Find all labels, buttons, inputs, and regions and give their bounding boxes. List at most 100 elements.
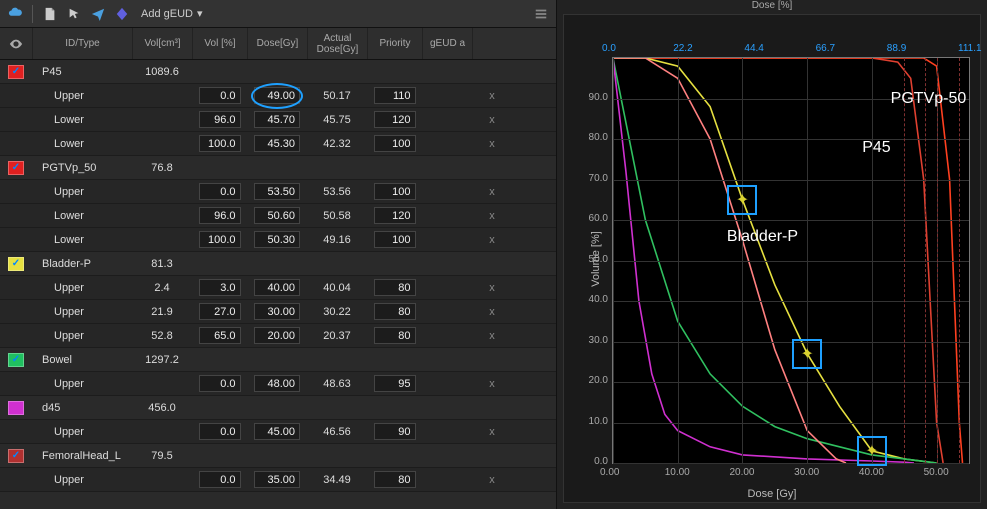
vol-pct-input[interactable] [199, 375, 241, 392]
priority-input[interactable] [374, 471, 416, 488]
vol-pct-input[interactable] [199, 183, 241, 200]
dvh-chart[interactable]: ✦✦✦PGTVp-50P45Bladder-P Volume [%] Dose … [563, 14, 981, 503]
vol-pct-input[interactable] [199, 87, 241, 104]
structure-row[interactable]: Bladder-P 81.3 [0, 252, 556, 276]
cursor-icon[interactable] [65, 5, 83, 23]
priority-input[interactable] [374, 231, 416, 248]
dose-input[interactable] [254, 471, 300, 488]
priority-column-header[interactable]: Priority [367, 28, 422, 59]
dose-input[interactable] [254, 111, 300, 128]
structure-row[interactable]: P45 1089.6 [0, 60, 556, 84]
volcm3-column-header[interactable]: Vol[cm³] [132, 28, 192, 59]
y-tick: 70.0 [586, 173, 608, 184]
volpct-column-header[interactable]: Vol [%] [192, 28, 247, 59]
structure-swatch[interactable] [8, 65, 24, 79]
delete-objective-button[interactable]: x [472, 234, 512, 246]
dose-input[interactable] [254, 303, 300, 320]
priority-input[interactable] [374, 327, 416, 344]
priority-input[interactable] [374, 135, 416, 152]
dose-input[interactable] [254, 279, 300, 296]
dose-input[interactable] [254, 231, 300, 248]
top-axis-label: Dose [%] [557, 0, 987, 11]
cloud-icon[interactable] [6, 5, 24, 23]
structure-swatch[interactable] [8, 161, 24, 175]
dose-input[interactable] [254, 87, 300, 104]
structure-swatch[interactable] [8, 401, 24, 415]
objective-row: Upper 2.4 40.04 x [0, 276, 556, 300]
structure-row[interactable]: PGTVp_50 76.8 [0, 156, 556, 180]
y-tick: 10.0 [586, 416, 608, 427]
delete-objective-button[interactable]: x [472, 138, 512, 150]
priority-input[interactable] [374, 183, 416, 200]
vol-pct-input[interactable] [199, 135, 241, 152]
vol-pct-input[interactable] [199, 279, 241, 296]
structure-swatch[interactable] [8, 449, 24, 463]
actual-dose: 30.22 [307, 306, 367, 318]
y-tick: 80.0 [586, 132, 608, 143]
vol-pct-input[interactable] [199, 327, 241, 344]
objective-type: Upper [32, 330, 132, 342]
delete-objective-button[interactable]: x [472, 378, 512, 390]
dose-input[interactable] [254, 375, 300, 392]
structure-name: Bowel [32, 354, 132, 366]
delete-objective-button[interactable]: x [472, 426, 512, 438]
diamond-icon[interactable] [113, 5, 131, 23]
priority-input[interactable] [374, 423, 416, 440]
add-geud-button[interactable]: Add gEUD ▾ [137, 5, 207, 22]
objective-row: Upper 50.17 x [0, 84, 556, 108]
delete-objective-button[interactable]: x [472, 306, 512, 318]
actual-dose: 45.75 [307, 114, 367, 126]
structure-name: PGTVp_50 [32, 162, 132, 174]
structure-row[interactable]: Bowel 1297.2 [0, 348, 556, 372]
objective-row: Upper 34.49 x [0, 468, 556, 492]
structure-swatch[interactable] [8, 353, 24, 367]
vol-pct-input[interactable] [199, 111, 241, 128]
actualdose-column-header[interactable]: Actual Dose[Gy] [307, 28, 367, 59]
vol-pct-input[interactable] [199, 207, 241, 224]
menu-icon[interactable] [532, 5, 550, 23]
delete-objective-button[interactable]: x [472, 330, 512, 342]
objective-type: Lower [32, 234, 132, 246]
send-icon[interactable] [89, 5, 107, 23]
delete-objective-button[interactable]: x [472, 210, 512, 222]
priority-input[interactable] [374, 279, 416, 296]
objective-volcm3: 21.9 [132, 306, 192, 318]
priority-input[interactable] [374, 303, 416, 320]
delete-objective-button[interactable]: x [472, 114, 512, 126]
y-tick: 90.0 [586, 92, 608, 103]
dose-input[interactable] [254, 135, 300, 152]
vol-pct-input[interactable] [199, 423, 241, 440]
objective-type: Upper [32, 282, 132, 294]
add-geud-label: Add gEUD [141, 8, 193, 20]
structure-swatch[interactable] [8, 257, 24, 271]
page-icon[interactable] [41, 5, 59, 23]
objective-row: Lower 42.32 x [0, 132, 556, 156]
objective-type: Upper [32, 474, 132, 486]
vol-pct-input[interactable] [199, 471, 241, 488]
geuda-column-header[interactable]: gEUD a [422, 28, 472, 59]
actual-dose: 46.56 [307, 426, 367, 438]
delete-objective-button[interactable]: x [472, 186, 512, 198]
dose-input[interactable] [254, 423, 300, 440]
delete-objective-button[interactable]: x [472, 90, 512, 102]
delete-objective-button[interactable]: x [472, 474, 512, 486]
priority-input[interactable] [374, 375, 416, 392]
dose-input[interactable] [254, 327, 300, 344]
objective-row: Lower 45.75 x [0, 108, 556, 132]
priority-input[interactable] [374, 207, 416, 224]
dose-input[interactable] [254, 183, 300, 200]
dose-column-header[interactable]: Dose[Gy] [247, 28, 307, 59]
structure-row[interactable]: d45 456.0 [0, 396, 556, 420]
vol-pct-input[interactable] [199, 231, 241, 248]
column-header-row: ID/Type Vol[cm³] Vol [%] Dose[Gy] Actual… [0, 28, 556, 60]
priority-input[interactable] [374, 111, 416, 128]
id-column-header[interactable]: ID/Type [32, 28, 132, 59]
delete-objective-button[interactable]: x [472, 282, 512, 294]
structure-row[interactable]: FemoralHead_L 79.5 [0, 444, 556, 468]
vol-pct-input[interactable] [199, 303, 241, 320]
objective-row: Upper 52.8 20.37 x [0, 324, 556, 348]
objectives-panel: Add gEUD ▾ ID/Type Vol[cm³] Vol [%] Dose… [0, 0, 557, 509]
priority-input[interactable] [374, 87, 416, 104]
actual-dose: 50.58 [307, 210, 367, 222]
dose-input[interactable] [254, 207, 300, 224]
